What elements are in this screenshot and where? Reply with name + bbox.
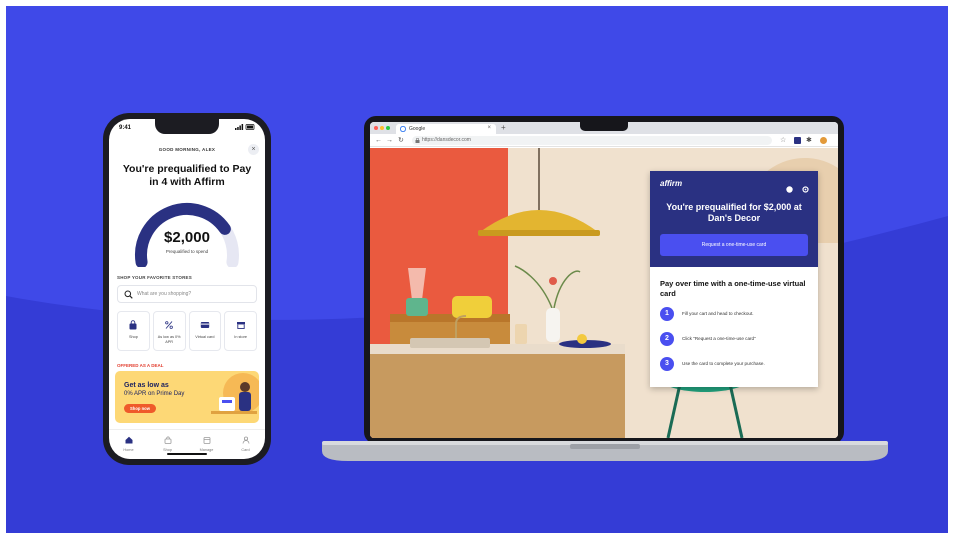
modal-header-icons bbox=[785, 180, 809, 198]
sink bbox=[410, 338, 490, 348]
laptop-thumb-notch bbox=[570, 444, 640, 449]
close-icon[interactable]: × bbox=[248, 144, 259, 155]
reload-icon[interactable]: ↻ bbox=[398, 136, 404, 145]
action-apr[interactable]: As low as 0% APR bbox=[152, 311, 186, 351]
action-label: Shop bbox=[128, 335, 138, 339]
step-number: 1 bbox=[660, 307, 674, 321]
phone-device: 9:41 GOOD MORNING, ALEX × You're prequal… bbox=[103, 113, 271, 465]
shop-stores-heading: SHOP YOUR FAVORITE STORES bbox=[117, 275, 192, 280]
action-label: As low as 0% APR bbox=[157, 335, 181, 344]
address-bar[interactable]: https://dansdecor.com bbox=[412, 136, 772, 145]
profile-avatar[interactable] bbox=[820, 137, 827, 144]
action-shop[interactable]: Shop bbox=[117, 311, 150, 351]
back-icon[interactable]: ← bbox=[375, 136, 382, 145]
tab-label: Manage bbox=[199, 448, 214, 452]
extension-puzzle-icon[interactable]: ✱ bbox=[806, 136, 812, 145]
gear-icon[interactable] bbox=[802, 186, 809, 193]
google-icon bbox=[400, 126, 406, 132]
home-icon bbox=[125, 436, 132, 444]
glass-cup bbox=[515, 324, 527, 344]
browser-tab[interactable]: Google × bbox=[396, 124, 496, 134]
forward-icon[interactable]: → bbox=[386, 136, 393, 145]
lock-icon bbox=[415, 138, 420, 143]
laptop-screen: Google × + ← → ↻ https://dansdecor.com ☆… bbox=[370, 122, 838, 438]
prequal-amount: $2,000 bbox=[164, 229, 210, 246]
prequal-amount-caption: Prequalified to spend bbox=[165, 249, 209, 254]
bag-icon bbox=[129, 320, 137, 330]
table-body bbox=[370, 354, 625, 438]
modal-subhead: Pay over time with a one-time-use virtua… bbox=[660, 279, 806, 298]
search-icon bbox=[124, 290, 133, 299]
laptop-notch bbox=[580, 122, 628, 131]
affirm-logo: affirm bbox=[660, 179, 683, 188]
store-search-field[interactable]: What are you shopping? bbox=[117, 285, 257, 303]
new-tab-icon[interactable]: + bbox=[501, 123, 506, 133]
laptop-device: Google × + ← → ↻ https://dansdecor.com ☆… bbox=[364, 116, 844, 444]
promo-shop-button[interactable]: Shop now bbox=[124, 404, 156, 413]
action-in-store[interactable]: In store bbox=[224, 311, 257, 351]
info-icon[interactable] bbox=[785, 186, 793, 193]
step-text: Click "Request a one-time-use card" bbox=[682, 336, 756, 341]
search-placeholder: What are you shopping? bbox=[137, 291, 192, 297]
user-icon bbox=[242, 436, 249, 444]
phone-screen: 9:41 GOOD MORNING, ALEX × You're prequal… bbox=[109, 119, 265, 459]
tab-label: Home bbox=[123, 448, 134, 452]
percent-icon bbox=[165, 321, 173, 329]
action-virtual-card[interactable]: Virtual card bbox=[188, 311, 222, 351]
step-text: Use the card to complete your purchase. bbox=[682, 361, 765, 366]
tab-home[interactable]: Home bbox=[109, 430, 148, 459]
status-icons bbox=[235, 124, 255, 132]
calendar-icon bbox=[203, 437, 210, 444]
affirm-extension-icon[interactable] bbox=[794, 137, 801, 144]
browser-toolbar: ← → ↻ https://dansdecor.com ☆ ✱ bbox=[370, 134, 838, 147]
bookmark-star-icon[interactable]: ☆ bbox=[780, 136, 786, 145]
promo-illustration bbox=[211, 373, 259, 414]
home-indicator bbox=[167, 453, 207, 455]
step-number: 2 bbox=[660, 332, 674, 346]
vase bbox=[546, 308, 560, 342]
bag-icon bbox=[164, 436, 171, 444]
blender-base bbox=[406, 298, 428, 316]
promo-card[interactable]: Get as low as 0% APR on Prime Day Shop n… bbox=[115, 371, 259, 423]
phone-notch bbox=[155, 119, 219, 134]
card-icon bbox=[200, 322, 210, 328]
action-label: In store bbox=[234, 335, 247, 339]
lamp-rim bbox=[478, 230, 600, 236]
window-close-icon[interactable] bbox=[374, 126, 378, 130]
prequal-headline: You're prequalified to Pay in 4 with Aff… bbox=[122, 163, 252, 188]
window-minimize-icon[interactable] bbox=[380, 126, 384, 130]
address-url: https://dansdecor.com bbox=[422, 137, 471, 143]
greeting-text: GOOD MORNING, ALEX bbox=[158, 147, 216, 152]
step-item: 2 Click "Request a one-time-use card" bbox=[660, 332, 810, 348]
tab-label: Card bbox=[241, 448, 250, 452]
modal-header: affirm You're prequalified for $2,000 at… bbox=[650, 171, 818, 267]
quick-actions: Shop As low as 0% APR Virtual card In st… bbox=[117, 311, 257, 351]
store-icon bbox=[236, 322, 245, 329]
lemon bbox=[577, 334, 587, 344]
step-item: 1 Fill your cart and head to checkout. bbox=[660, 307, 810, 323]
modal-headline: You're prequalified for $2,000 at Dan's … bbox=[666, 202, 802, 223]
tab-label: Shop bbox=[163, 448, 172, 452]
promo-subtitle: 0% APR on Prime Day bbox=[124, 391, 185, 397]
tab-card[interactable]: Card bbox=[226, 430, 265, 459]
action-label: Virtual card bbox=[195, 335, 215, 339]
step-text: Fill your cart and head to checkout. bbox=[682, 311, 754, 316]
offered-heading: OFFERED AS A DEAL bbox=[117, 363, 164, 368]
step-item: 3 Use the card to complete your purchase… bbox=[660, 357, 810, 373]
flower bbox=[549, 277, 557, 285]
affirm-prequal-modal: affirm You're prequalified for $2,000 at… bbox=[650, 171, 818, 387]
promo-stage: 9:41 GOOD MORNING, ALEX × You're prequal… bbox=[0, 0, 954, 539]
window-maximize-icon[interactable] bbox=[386, 126, 390, 130]
promo-title: Get as low as bbox=[124, 382, 169, 389]
step-number: 3 bbox=[660, 357, 674, 371]
browser-tab-title: Google bbox=[409, 126, 426, 132]
toaster bbox=[452, 296, 492, 318]
status-time: 9:41 bbox=[119, 125, 132, 131]
request-card-button[interactable]: Request a one-time-use card bbox=[660, 234, 808, 256]
signal-icon bbox=[235, 124, 255, 130]
tab-close-icon[interactable]: × bbox=[487, 125, 491, 131]
laptop-base bbox=[322, 441, 888, 461]
merchant-webpage: affirm You're prequalified for $2,000 at… bbox=[370, 148, 838, 438]
